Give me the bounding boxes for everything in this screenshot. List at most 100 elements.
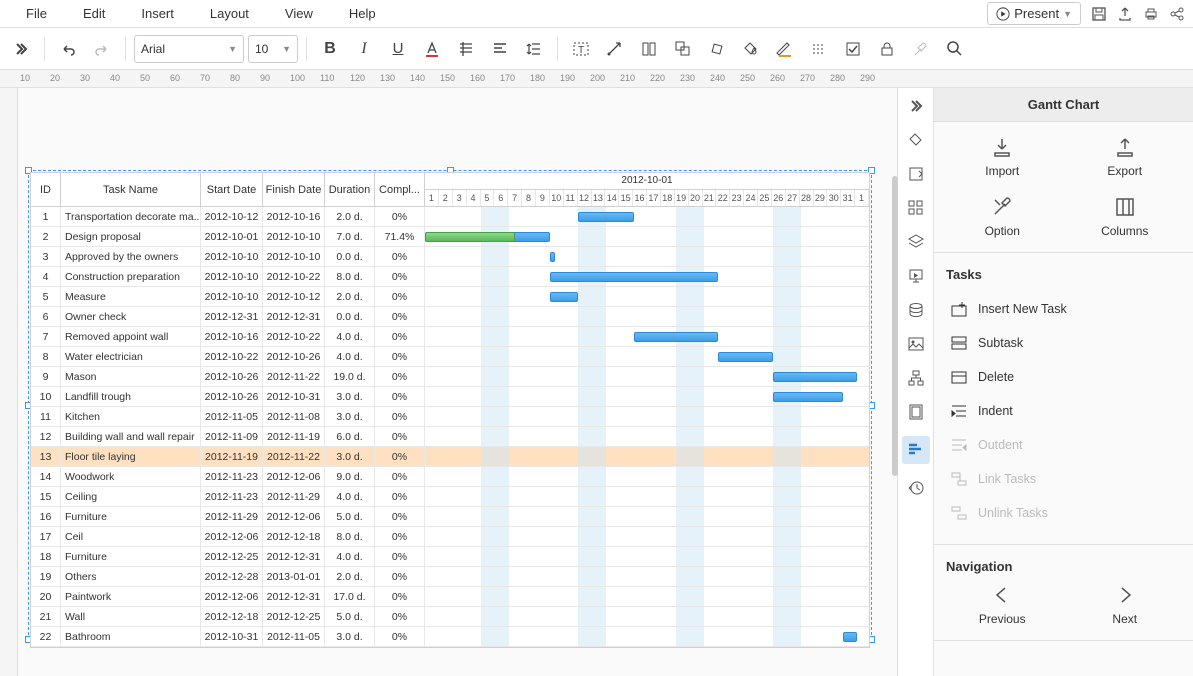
cell-finish[interactable]: 2013-01-01 xyxy=(263,567,325,586)
gantt-row[interactable]: 10 Landfill trough 2012-10-26 2012-10-31… xyxy=(31,387,869,407)
delete-task-button[interactable]: Delete xyxy=(946,360,1181,394)
gantt-timeline-cell[interactable] xyxy=(425,447,869,466)
cell-finish[interactable]: 2012-10-12 xyxy=(263,287,325,306)
cell-duration[interactable]: 0.0 d. xyxy=(325,247,375,266)
gantt-row[interactable]: 11 Kitchen 2012-11-05 2012-11-08 3.0 d. … xyxy=(31,407,869,427)
cell-start[interactable]: 2012-12-28 xyxy=(201,567,263,586)
cell-finish[interactable]: 2012-10-22 xyxy=(263,267,325,286)
cell-finish[interactable]: 2012-10-10 xyxy=(263,227,325,246)
cell-finish[interactable]: 2012-11-05 xyxy=(263,627,325,646)
cell-duration[interactable]: 2.0 d. xyxy=(325,567,375,586)
gantt-bar[interactable] xyxy=(550,272,717,282)
cell-duration[interactable]: 6.0 d. xyxy=(325,427,375,446)
cell-name[interactable]: Furniture xyxy=(61,547,201,566)
cell-start[interactable]: 2012-11-05 xyxy=(201,407,263,426)
link-tasks-button[interactable]: Link Tasks xyxy=(946,462,1181,496)
cell-name[interactable]: Wall xyxy=(61,607,201,626)
cell-start[interactable]: 2012-11-23 xyxy=(201,487,263,506)
cell-complete[interactable]: 0% xyxy=(375,367,425,386)
gantt-chart[interactable]: ID Task Name Start Date Finish Date Dura… xyxy=(30,172,870,648)
gantt-timeline-cell[interactable] xyxy=(425,547,869,566)
menu-layout[interactable]: Layout xyxy=(192,2,267,25)
italic-button[interactable]: I xyxy=(349,34,379,64)
cell-start[interactable]: 2012-12-25 xyxy=(201,547,263,566)
cell-start[interactable]: 2012-10-26 xyxy=(201,387,263,406)
header-start[interactable]: Start Date xyxy=(201,173,263,206)
font-color-button[interactable] xyxy=(417,34,447,64)
fill-panel-icon[interactable] xyxy=(906,130,926,150)
cell-complete[interactable]: 71.4% xyxy=(375,227,425,246)
export-button[interactable]: Export xyxy=(1069,136,1182,178)
gantt-timeline-cell[interactable] xyxy=(425,487,869,506)
cell-complete[interactable]: 0% xyxy=(375,247,425,266)
cell-complete[interactable]: 0% xyxy=(375,287,425,306)
cell-complete[interactable]: 0% xyxy=(375,207,425,226)
slideshow-panel-icon[interactable] xyxy=(906,266,926,286)
gantt-timeline-cell[interactable] xyxy=(425,327,869,346)
gantt-timeline-cell[interactable] xyxy=(425,367,869,386)
gantt-row[interactable]: 7 Removed appoint wall 2012-10-16 2012-1… xyxy=(31,327,869,347)
unlink-tasks-button[interactable]: Unlink Tasks xyxy=(946,496,1181,530)
cell-start[interactable]: 2012-10-01 xyxy=(201,227,263,246)
cell-finish[interactable]: 2012-10-10 xyxy=(263,247,325,266)
menu-file[interactable]: File xyxy=(8,2,65,25)
cell-start[interactable]: 2012-11-29 xyxy=(201,507,263,526)
checkbox-button[interactable] xyxy=(838,34,868,64)
cell-complete[interactable]: 0% xyxy=(375,327,425,346)
cell-duration[interactable]: 3.0 d. xyxy=(325,387,375,406)
gantt-row[interactable]: 13 Floor tile laying 2012-11-19 2012-11-… xyxy=(31,447,869,467)
cell-duration[interactable]: 5.0 d. xyxy=(325,507,375,526)
data-panel-icon[interactable] xyxy=(906,300,926,320)
cell-start[interactable]: 2012-10-10 xyxy=(201,287,263,306)
gantt-bar[interactable] xyxy=(550,292,578,302)
option-button[interactable]: Option xyxy=(946,196,1059,238)
fill-button[interactable] xyxy=(736,34,766,64)
gantt-timeline-cell[interactable] xyxy=(425,567,869,586)
cell-duration[interactable]: 7.0 d. xyxy=(325,227,375,246)
gantt-bar[interactable] xyxy=(634,332,718,342)
cell-duration[interactable]: 3.0 d. xyxy=(325,407,375,426)
cell-name[interactable]: Building wall and wall repair xyxy=(61,427,201,446)
distribute-button[interactable] xyxy=(634,34,664,64)
cell-name[interactable]: Woodwork xyxy=(61,467,201,486)
bold-button[interactable]: B xyxy=(315,34,345,64)
cell-duration[interactable]: 3.0 d. xyxy=(325,447,375,466)
menu-help[interactable]: Help xyxy=(331,2,394,25)
gantt-bar[interactable] xyxy=(578,212,634,222)
columns-button[interactable]: Columns xyxy=(1069,196,1182,238)
cell-finish[interactable]: 2012-11-08 xyxy=(263,407,325,426)
cell-finish[interactable]: 2012-10-22 xyxy=(263,327,325,346)
cell-start[interactable]: 2012-10-10 xyxy=(201,267,263,286)
cell-start[interactable]: 2012-10-31 xyxy=(201,627,263,646)
header-id[interactable]: ID xyxy=(31,173,61,206)
gantt-row[interactable]: 1 Transportation decorate ma... 2012-10-… xyxy=(31,207,869,227)
cell-start[interactable]: 2012-10-26 xyxy=(201,367,263,386)
cell-name[interactable]: Owner check xyxy=(61,307,201,326)
gantt-timeline-cell[interactable] xyxy=(425,507,869,526)
cell-finish[interactable]: 2012-12-25 xyxy=(263,607,325,626)
cell-duration[interactable]: 17.0 d. xyxy=(325,587,375,606)
menu-insert[interactable]: Insert xyxy=(123,2,192,25)
cell-complete[interactable]: 0% xyxy=(375,607,425,626)
text-box-button[interactable]: T xyxy=(566,34,596,64)
previous-button[interactable]: Previous xyxy=(946,584,1059,626)
align-button[interactable] xyxy=(485,34,515,64)
grid-panel-icon[interactable] xyxy=(906,198,926,218)
cell-duration[interactable]: 2.0 d. xyxy=(325,207,375,226)
gantt-row[interactable]: 19 Others 2012-12-28 2013-01-01 2.0 d. 0… xyxy=(31,567,869,587)
redo-button[interactable] xyxy=(87,34,117,64)
cell-finish[interactable]: 2012-11-22 xyxy=(263,367,325,386)
cell-start[interactable]: 2012-10-12 xyxy=(201,207,263,226)
cell-name[interactable]: Landfill trough xyxy=(61,387,201,406)
page-panel-icon[interactable] xyxy=(906,402,926,422)
cell-duration[interactable]: 3.0 d. xyxy=(325,627,375,646)
cell-complete[interactable]: 0% xyxy=(375,307,425,326)
save-icon[interactable] xyxy=(1091,6,1107,22)
cell-name[interactable]: Others xyxy=(61,567,201,586)
gantt-row[interactable]: 20 Paintwork 2012-12-06 2012-12-31 17.0 … xyxy=(31,587,869,607)
indent-button[interactable]: Indent xyxy=(946,394,1181,428)
cell-finish[interactable]: 2012-12-31 xyxy=(263,587,325,606)
cell-start[interactable]: 2012-10-22 xyxy=(201,347,263,366)
import-button[interactable]: Import xyxy=(946,136,1059,178)
cell-complete[interactable]: 0% xyxy=(375,407,425,426)
